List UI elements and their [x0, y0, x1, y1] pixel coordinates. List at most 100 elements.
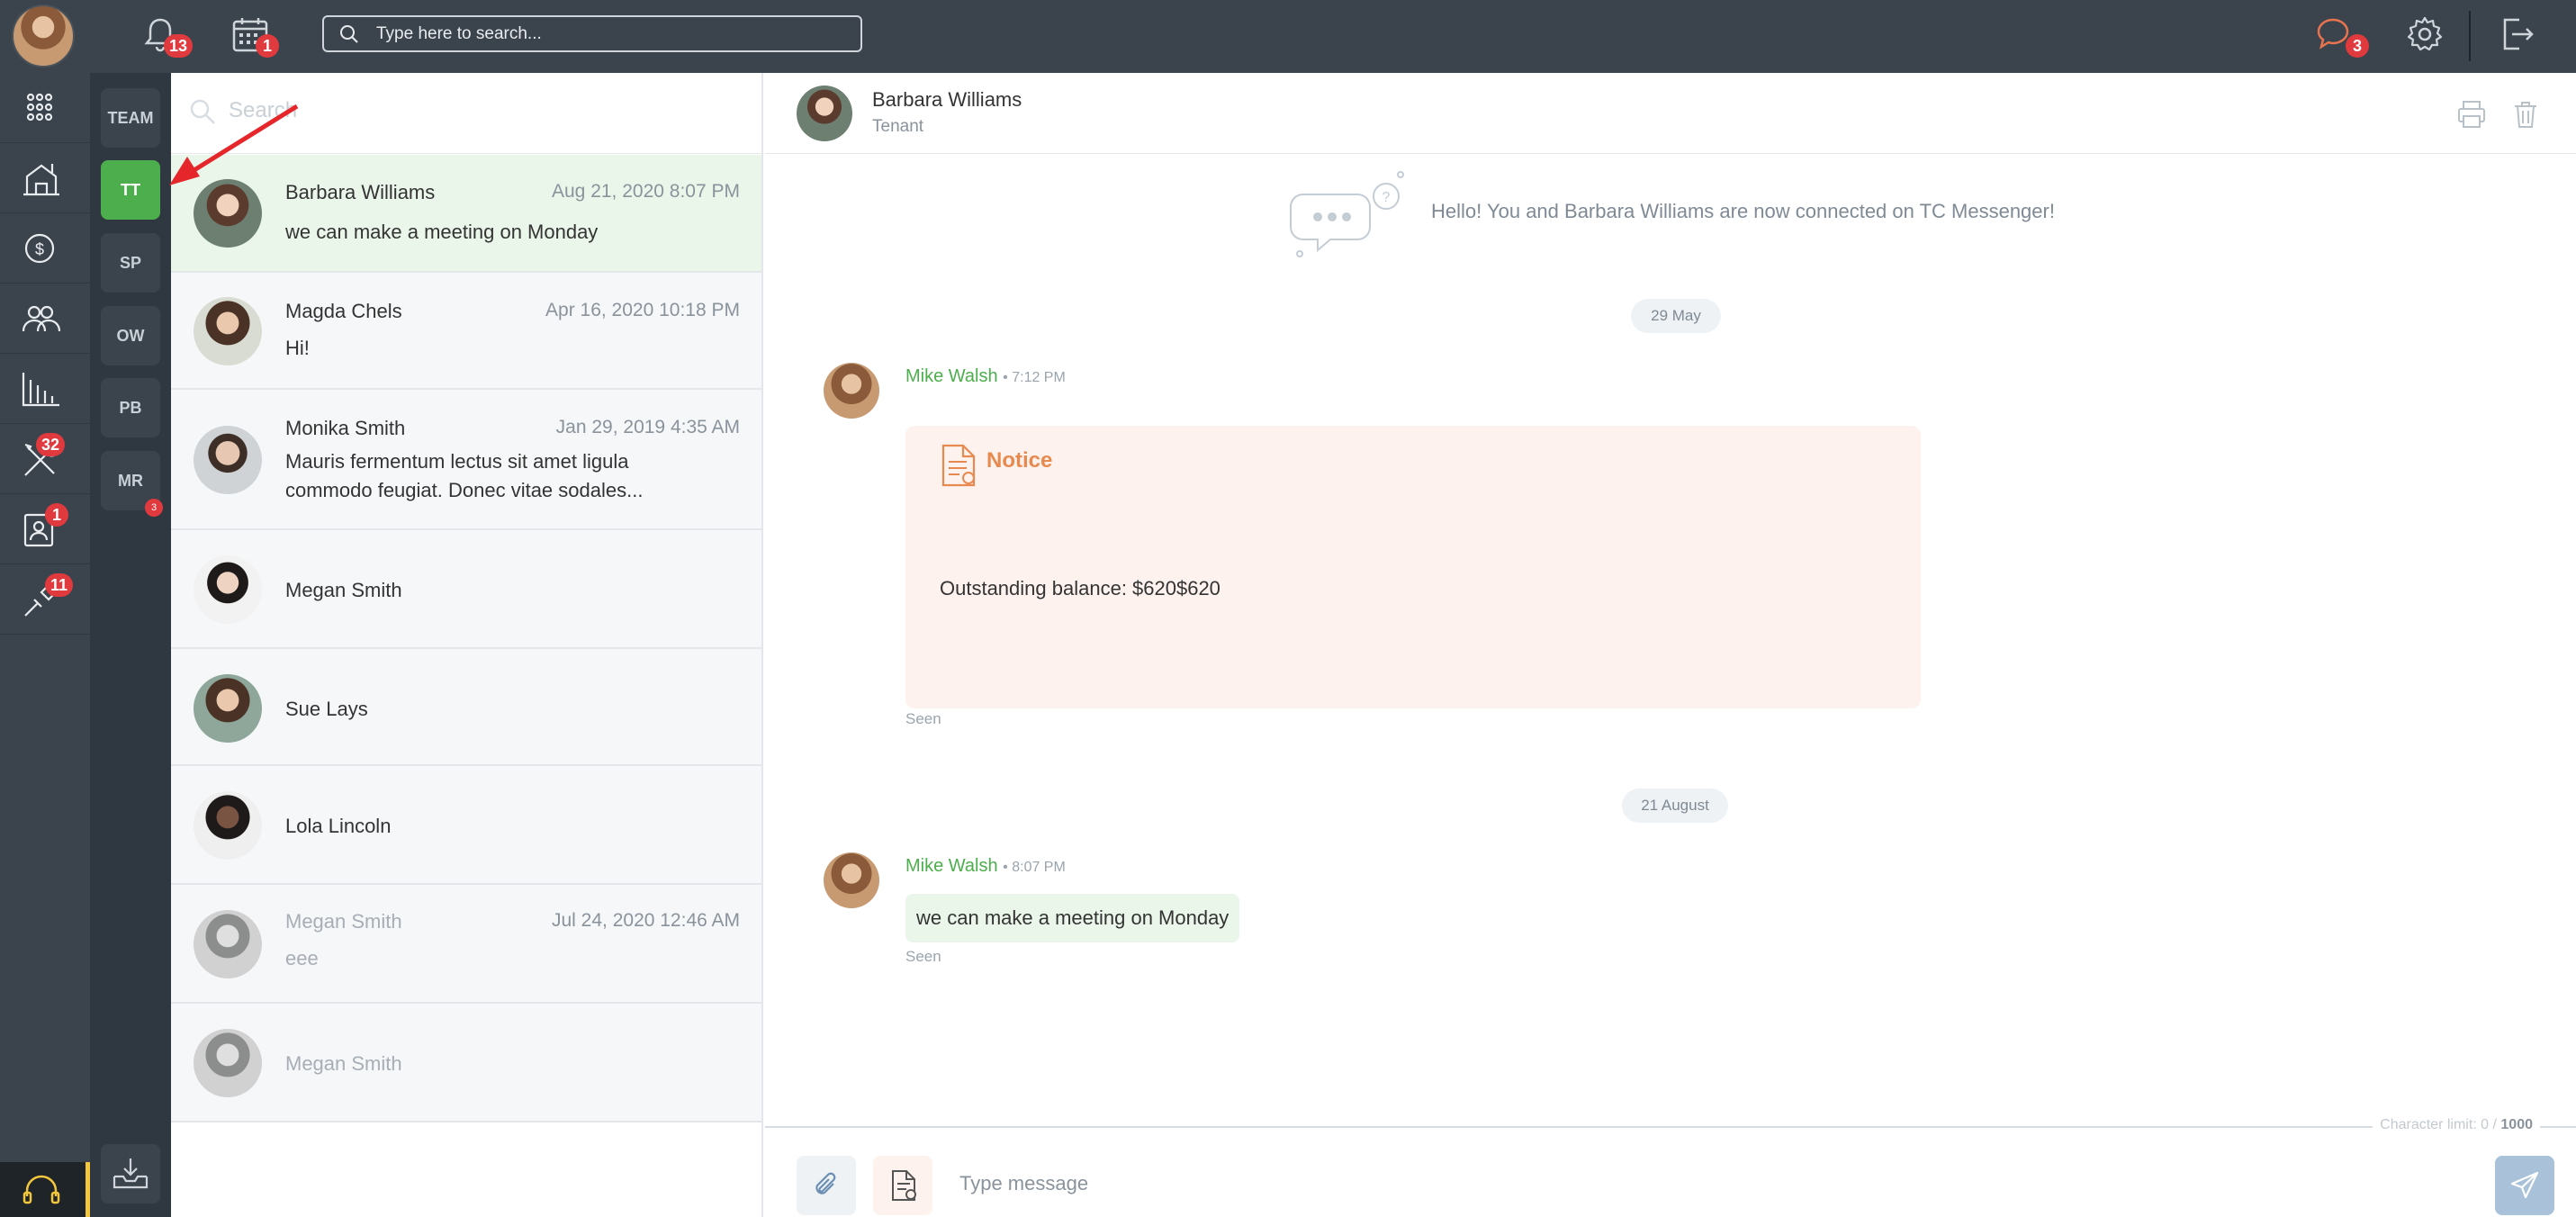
conversation-name: Magda Chels	[285, 300, 402, 322]
notifications-button[interactable]: 13	[140, 14, 194, 59]
logout-button[interactable]	[2498, 14, 2543, 59]
chat-illustration-icon: ?	[1290, 171, 1404, 257]
nav-properties[interactable]	[0, 143, 90, 213]
calendar-button[interactable]: 1	[230, 14, 284, 59]
avatar	[194, 910, 262, 978]
group-ow[interactable]: OW	[101, 306, 160, 365]
avatar	[194, 791, 262, 860]
conversation-name: Megan Smith	[285, 579, 402, 601]
paperclip-icon	[815, 1172, 836, 1194]
nav-contacts[interactable]	[0, 284, 90, 354]
avatar	[194, 555, 262, 624]
notice-template-button[interactable]	[873, 1156, 932, 1215]
print-icon[interactable]	[2455, 98, 2488, 131]
svg-text:?: ?	[1383, 190, 1391, 205]
conversation-item[interactable]: Megan Smith Jul 24, 2020 12:46 AM eee	[171, 885, 761, 1004]
document-icon	[941, 444, 976, 487]
conversation-preview: Mauris fermentum lectus sit amet ligula …	[285, 450, 644, 501]
messages-button[interactable]: 3	[2313, 14, 2369, 59]
avatar	[194, 674, 262, 743]
chat-header: Barbara Williams Tenant	[765, 73, 2576, 154]
group-mr-badge: 3	[145, 499, 163, 517]
notice-card[interactable]: Notice Outstanding balance: $620$620	[905, 426, 1921, 708]
settings-button[interactable]	[2405, 14, 2450, 59]
conversation-item[interactable]: Magda Chels Apr 16, 2020 10:18 PM Hi!	[171, 273, 761, 390]
message-input[interactable]	[959, 1164, 2310, 1203]
conversation-preview: we can make a meeting on Monday	[285, 221, 599, 243]
global-search-input[interactable]	[376, 17, 844, 50]
group-pb[interactable]: PB	[101, 378, 160, 437]
nav-accounting[interactable]: $	[0, 213, 90, 284]
conversation-preview: eee	[285, 947, 319, 969]
chat-groups-column: TEAM TT SP OW PB MR 3	[90, 73, 171, 1217]
left-nav: $ 32 1 11	[0, 73, 90, 1217]
headset-icon	[23, 1175, 60, 1204]
sender-name: Mike Walsh	[905, 366, 998, 386]
conversation-item[interactable]: Megan Smith	[171, 1004, 761, 1122]
top-bar: 13 1 3	[0, 0, 2576, 73]
conversation-preview: Hi!	[285, 337, 310, 359]
conversation-list: Barbara Williams Aug 21, 2020 8:07 PM we…	[171, 73, 763, 1217]
inbox-icon	[113, 1158, 149, 1189]
attach-button[interactable]	[797, 1156, 856, 1215]
conversation-item[interactable]: Lola Lincoln	[171, 766, 761, 885]
group-team[interactable]: TEAM	[101, 88, 160, 148]
avatar	[194, 297, 262, 365]
maintenance-badge: 32	[36, 433, 66, 456]
avatar	[194, 1029, 262, 1097]
support-button[interactable]	[0, 1162, 90, 1217]
avatar	[824, 852, 879, 908]
sender-name: Mike Walsh	[905, 856, 998, 876]
apps-grid-icon	[26, 93, 53, 122]
conversation-name: Monika Smith	[285, 417, 406, 439]
conversation-date: Aug 21, 2020 8:07 PM	[552, 181, 740, 202]
tenant-screening-badge: 1	[45, 503, 68, 527]
conversation-name: Lola Lincoln	[285, 815, 392, 837]
avatar	[194, 426, 262, 494]
welcome-message: Hello! You and Barbara Williams are now …	[1431, 200, 2055, 222]
global-search[interactable]	[322, 15, 862, 52]
document-icon	[892, 1170, 916, 1201]
calendar-badge: 1	[256, 34, 279, 58]
nav-tenant-screening[interactable]: 1	[0, 494, 90, 564]
group-sp[interactable]: SP	[101, 233, 160, 293]
svg-text:$: $	[35, 240, 44, 258]
annotation-arrow-icon	[169, 104, 299, 185]
character-limit-max: 1000	[2500, 1117, 2533, 1132]
logout-icon	[2503, 18, 2534, 50]
seen-status: Seen	[905, 710, 941, 727]
archive-button[interactable]	[101, 1144, 160, 1203]
nav-reports[interactable]	[0, 354, 90, 424]
avatar	[824, 363, 879, 419]
conversation-item[interactable]: Megan Smith	[171, 530, 761, 649]
reports-icon	[22, 373, 59, 407]
messages-badge: 3	[2346, 34, 2369, 58]
contacts-icon	[22, 305, 61, 332]
user-avatar[interactable]	[12, 5, 75, 68]
search-icon	[340, 25, 358, 43]
conversation-date: Apr 16, 2020 10:18 PM	[545, 300, 740, 320]
message-composer: Character limit: 0 / 1000	[765, 1117, 2576, 1217]
tools-badge: 11	[45, 573, 74, 597]
avatar	[797, 86, 852, 141]
character-limit-label: Character limit: 0 /	[2380, 1117, 2501, 1132]
conversation-name: Sue Lays	[285, 698, 368, 720]
notice-title: Notice	[986, 448, 1053, 473]
conversation-item[interactable]: Monika Smith Jan 29, 2019 4:35 AM Mauris…	[171, 390, 761, 530]
nav-tools[interactable]: 11	[0, 564, 90, 635]
send-icon	[2510, 1171, 2539, 1199]
message-time: • 8:07 PM	[1003, 860, 1066, 875]
trash-icon[interactable]	[2509, 98, 2542, 131]
character-limit: Character limit: 0 / 1000	[2373, 1117, 2540, 1133]
send-button[interactable]	[2495, 1156, 2554, 1215]
conversation-item[interactable]: Sue Lays	[171, 649, 761, 766]
conversation-date: Jul 24, 2020 12:46 AM	[552, 910, 740, 931]
group-tt[interactable]: TT	[101, 160, 160, 220]
conversation-name: Megan Smith	[285, 910, 402, 933]
notice-body: Outstanding balance: $620$620	[940, 577, 1220, 599]
nav-maintenance[interactable]: 32	[0, 424, 90, 494]
nav-apps[interactable]	[0, 73, 90, 143]
date-separator: 29 May	[1631, 299, 1721, 333]
message-time: • 7:12 PM	[1003, 370, 1066, 385]
message-sender: Mike Walsh • 7:12 PM	[905, 366, 1066, 387]
